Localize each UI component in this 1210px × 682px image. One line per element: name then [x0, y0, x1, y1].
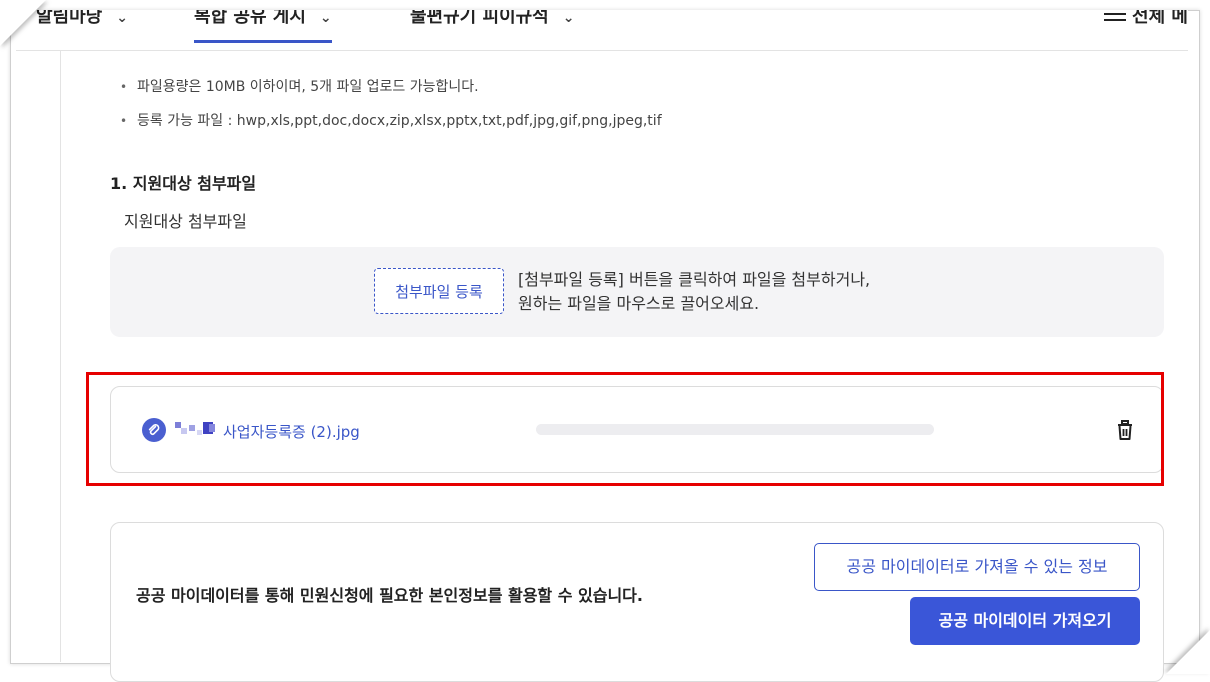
all-menu-label: 전체 메 — [1132, 10, 1188, 27]
nav-tab-label: 불편규기 피이규석 — [410, 10, 549, 27]
nav-tab-third[interactable]: 불편규기 피이규석 ⌄ — [410, 10, 574, 38]
nav-tab-active[interactable]: 복합 공유 게시 ⌄ — [194, 10, 332, 43]
chevron-down-icon: ⌄ — [319, 10, 332, 26]
dropzone-desc-line2: 원하는 파일을 마우스로 끌어오세요. — [518, 294, 760, 313]
section-title: 1. 지원대상 첨부파일 — [110, 174, 257, 193]
dropzone-description: [첨부파일 등록] 버튼을 클릭하여 파일을 첨부하거나, 원하는 파일을 마우… — [518, 268, 870, 316]
page-curl-bottom-right — [1166, 630, 1210, 674]
all-menu-button[interactable]: 전체 메 — [1104, 10, 1188, 28]
nav-tab-label: 복합 공유 게시 — [194, 10, 306, 27]
attach-file-button[interactable]: 첨부파일 등록 — [374, 268, 504, 314]
nav-tab-notice[interactable]: 알림마당 ⌄ — [36, 10, 128, 38]
top-navigation: 알림마당 ⌄ 복합 공유 게시 ⌄ 불편규기 피이규석 ⌄ 전체 메 — [16, 10, 1188, 51]
mydata-fetch-button[interactable]: 공공 마이데이터 가져오기 — [910, 597, 1140, 645]
page-curl-top-left — [0, 0, 46, 46]
chevron-down-icon: ⌄ — [562, 10, 575, 26]
file-dropzone[interactable]: 첨부파일 등록 [첨부파일 등록] 버튼을 클릭하여 파일을 첨부하거나, 원하… — [110, 247, 1164, 337]
dropzone-desc-line1: [첨부파일 등록] 버튼을 클릭하여 파일을 첨부하거나, — [518, 270, 871, 289]
note-file-size: 파일용량은 10MB 이하이며, 5개 파일 업로드 가능합니다. — [120, 76, 662, 110]
mydata-description: 공공 마이데이터를 통해 민원신청에 필요한 본인정보를 활용할 수 있습니다. — [136, 586, 643, 605]
hamburger-menu-icon — [1104, 10, 1127, 25]
chevron-down-icon: ⌄ — [116, 10, 128, 26]
upload-notes: 파일용량은 10MB 이하이며, 5개 파일 업로드 가능합니다. 등록 가능 … — [120, 76, 662, 144]
mydata-card: 공공 마이데이터를 통해 민원신청에 필요한 본인정보를 활용할 수 있습니다.… — [110, 522, 1164, 682]
section-subtitle: 지원대상 첨부파일 — [124, 212, 247, 231]
mydata-info-button[interactable]: 공공 마이데이터로 가져올 수 있는 정보 — [814, 543, 1140, 591]
note-file-types: 등록 가능 파일 : hwp,xls,ppt,doc,docx,zip,xlsx… — [120, 110, 662, 144]
red-highlight-box — [86, 372, 1164, 486]
